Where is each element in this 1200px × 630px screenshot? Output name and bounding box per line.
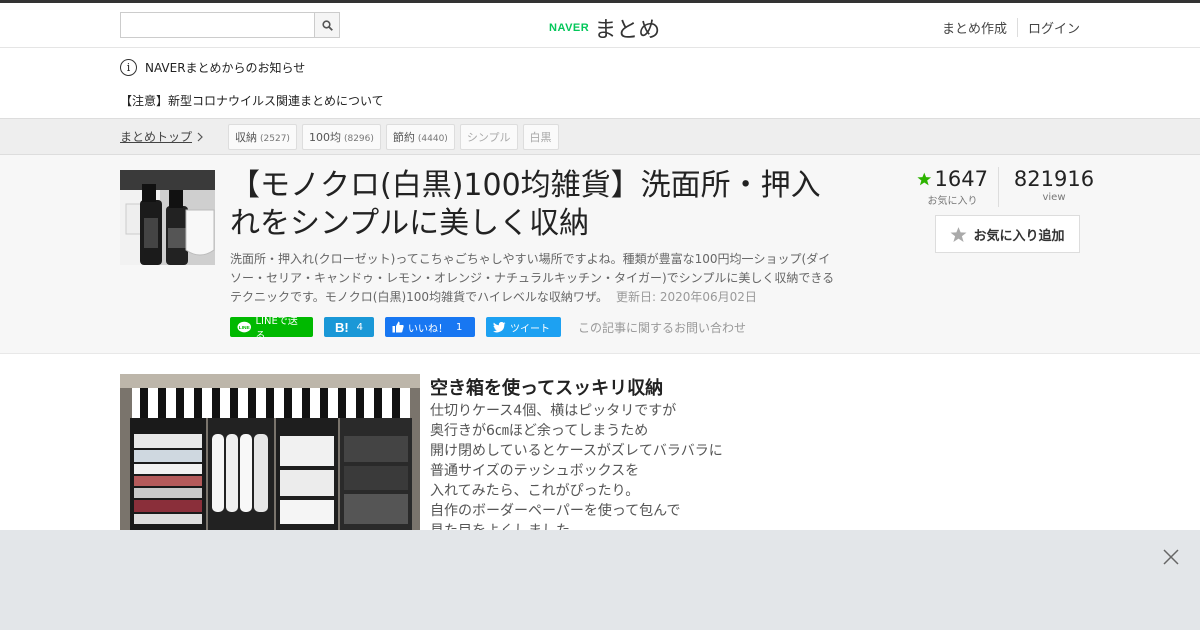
header-nav: まとめ作成 ログイン (932, 18, 1080, 37)
item-title: 空き箱を使ってスッキリ収納 (430, 378, 664, 399)
item-text-line: 奥行きが6㎝ほど余ってしまうため (430, 423, 649, 439)
hatena-count: 4 (356, 321, 364, 333)
article-title: 【モノクロ(白黒)100均雑貨】洗面所・押入れをシンプルに美しく収納 (230, 168, 821, 241)
tag-storage[interactable]: 収納 (2527) (228, 123, 297, 150)
logo-brand: NAVER (549, 22, 590, 34)
views-stat: 821916 view (999, 167, 1099, 207)
search-box (120, 12, 340, 38)
tag-count: (4440) (417, 133, 448, 144)
article-thumbnail (120, 170, 215, 265)
ad-overlay (0, 530, 1200, 630)
views-label: view (1042, 192, 1066, 203)
favorites-stat: 1647 お気に入り (917, 167, 999, 207)
item-text-line: 仕切りケース4個、横はピッタリですが (430, 403, 677, 419)
line-share-button[interactable]: LINE LINEで送る (230, 316, 313, 342)
hatena-icon: B! (334, 319, 349, 335)
notice-section: i NAVERまとめからのお知らせ 【注意】新型コロナウイルス関連まとめについて (0, 48, 1200, 118)
login-link[interactable]: ログイン (1016, 18, 1080, 37)
close-icon[interactable] (1162, 548, 1180, 566)
article-content: 空き箱を使ってスッキリ収納 仕切りケース4個、横はピッタリですが 奥行きが6㎝ほ… (0, 354, 1200, 539)
notice-title: NAVERまとめからのお知らせ (145, 61, 306, 75)
item-text-line: 入れてみたら、これがぴったり。 (430, 483, 640, 499)
add-favorite-label: お気に入り追加 (973, 228, 1065, 244)
tag-label: 100均 (308, 130, 341, 144)
tag-label: シンプル (466, 130, 511, 144)
item-text: 仕切りケース4個、横はピッタリですが 奥行きが6㎝ほど余ってしまうため 開け閉め… (430, 401, 723, 541)
chevron-right-icon (197, 132, 203, 141)
star-icon (917, 172, 932, 186)
search-input[interactable] (121, 13, 315, 37)
tag-label: 節約 (392, 130, 415, 144)
info-icon: i (120, 59, 137, 76)
site-header: NAVER まとめ まとめ作成 ログイン (0, 3, 1200, 48)
breadcrumb-top-link[interactable]: まとめトップ (120, 128, 203, 145)
tag-label: 収納 (235, 130, 258, 144)
contact-link[interactable]: この記事に関するお問い合わせ (578, 319, 746, 336)
item-text-line: 自作のボーダーペーパーを使って包んで (430, 503, 681, 519)
search-button[interactable] (314, 13, 339, 37)
item-text-line: 開け閉めしているとケースがズレてバラバラに (430, 443, 723, 459)
facebook-like-label: いいね！ (408, 323, 448, 335)
star-outline-icon (951, 226, 967, 242)
svg-text:LINE: LINE (239, 325, 251, 331)
views-count: 821916 (1013, 167, 1095, 191)
tag-label: 白黒 (529, 130, 552, 144)
add-favorite-button[interactable]: お気に入り追加 (935, 215, 1080, 253)
tweet-label: ツイート (510, 323, 550, 335)
item-photo (120, 374, 420, 534)
article-header: 【モノクロ(白黒)100均雑貨】洗面所・押入れをシンプルに美しく収納 洗面所・押… (0, 155, 1200, 354)
tag-saving[interactable]: 節約 (4440) (385, 123, 455, 150)
breadcrumb-top-label: まとめトップ (120, 130, 193, 144)
tag-count: (8296) (343, 133, 374, 144)
tweet-button[interactable]: ツイート (486, 317, 561, 337)
logo-text: まとめ (594, 18, 661, 43)
share-buttons: LINE LINEで送る B! 4 いいね！ 1 ツイート この記事に関するお問… (230, 316, 746, 342)
tag-simple[interactable]: シンプル (459, 123, 518, 150)
twitter-bird-icon (493, 321, 506, 332)
favorites-count: 1647 (934, 167, 988, 191)
tag-count: (2527) (260, 133, 290, 144)
site-logo[interactable]: NAVER まとめ (549, 12, 660, 44)
breadcrumb: まとめトップ 収納 (2527) 100均 (8296) 節約 (4440) シンプル… (0, 118, 1200, 155)
line-icon: LINE (237, 321, 252, 332)
create-matome-link[interactable]: まとめ作成 (932, 18, 1017, 37)
hatena-bookmark-button[interactable]: B! 4 (324, 317, 374, 337)
updated-date: 更新日: 2020年06月02日 (616, 290, 757, 304)
article-description: 洗面所・押入れ(クローゼット)ってこちゃごちゃしやすい場所ですよね。種類が豊富な… (230, 250, 842, 307)
facebook-like-button[interactable]: いいね！ 1 (385, 317, 475, 337)
search-icon (321, 19, 333, 31)
article-stats: 1647 お気に入り 821916 view (917, 167, 1099, 207)
item-text-line: 普通サイズのテッシュボックスを (430, 463, 640, 479)
favorites-label: お気に入り (927, 196, 978, 207)
notice-link[interactable]: 【注意】新型コロナウイルス関連まとめについて (120, 92, 384, 109)
facebook-like-count: 1 (456, 321, 463, 333)
thumbs-up-icon (392, 321, 404, 333)
tag-100yen[interactable]: 100均 (8296) (301, 123, 381, 150)
line-share-label: LINEで送る (255, 316, 298, 342)
notice-title-row: i NAVERまとめからのお知らせ (120, 59, 305, 76)
tag-monochrome[interactable]: 白黒 (522, 123, 559, 150)
